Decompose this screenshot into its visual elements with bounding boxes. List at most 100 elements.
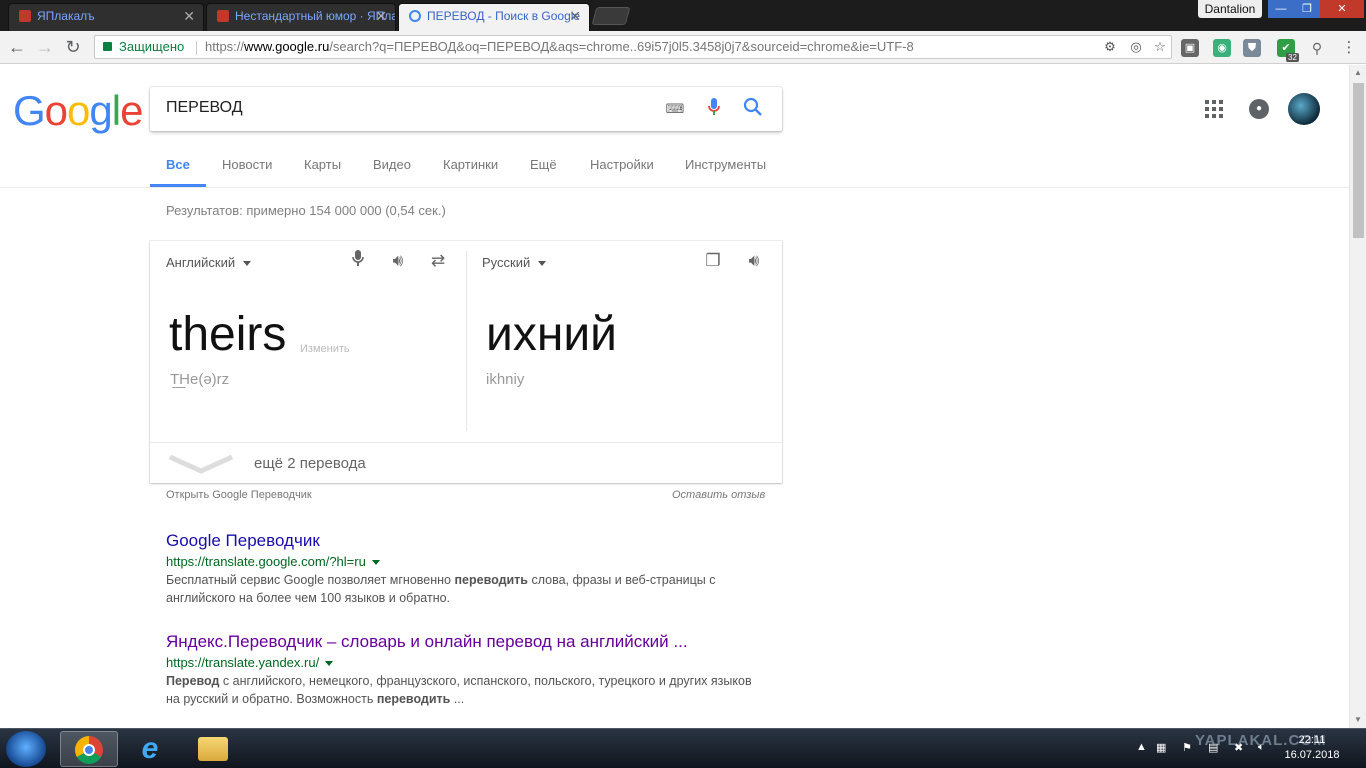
keyboard-icon[interactable]: ⌨ [663, 97, 687, 121]
taskbar-chrome[interactable] [60, 731, 118, 767]
tab-title: ЯПлакалъ [37, 9, 95, 23]
speaker-icon[interactable]: 🔊︎ [742, 249, 766, 273]
yaplakal-icon [217, 10, 229, 22]
microphone-icon[interactable] [702, 97, 726, 121]
scroll-down-icon[interactable]: ▼ [1350, 712, 1366, 728]
url-scheme: https:// [205, 39, 245, 54]
tab-maps[interactable]: Карты [304, 157, 341, 172]
close-tab-icon[interactable]: ✕ [375, 4, 387, 28]
search-result: Яндекс.Переводчик – словарь и онлайн пер… [166, 632, 766, 708]
menu-icon[interactable]: ⋮ [1340, 39, 1358, 57]
start-button[interactable] [6, 731, 46, 767]
blocked-content-icon[interactable]: ⚙ [1101, 38, 1119, 56]
scrollbar-thumb[interactable] [1353, 83, 1364, 238]
address-bar[interactable]: Защищено https://www.google.ru/search?q=… [94, 35, 1172, 59]
desc-highlight: Перевод [166, 674, 220, 688]
dropdown-caret-icon[interactable] [371, 560, 380, 566]
swap-languages-icon[interactable]: ⇄ [426, 249, 450, 273]
chevron-down-icon [168, 454, 234, 474]
tab-images[interactable]: Картинки [443, 157, 498, 172]
source-transliteration: T͟He(ə)rz [170, 371, 230, 388]
clock-time: 22:11 [1298, 734, 1326, 746]
scroll-up-icon[interactable]: ▲ [1350, 65, 1366, 81]
url-host: www.google.ru [244, 39, 330, 54]
dropdown-caret-icon [243, 261, 252, 267]
logo-letter: G [13, 87, 46, 134]
target-language-select[interactable]: Русский [482, 255, 547, 270]
source-language-select[interactable]: Английский [166, 255, 252, 270]
google-logo[interactable]: Google [13, 87, 143, 135]
action-center-icon[interactable]: ⚑ [1182, 741, 1192, 754]
feedback-link[interactable]: Оставить отзыв [672, 489, 765, 501]
notifications-icon[interactable]: ● [1249, 99, 1269, 119]
taskbar: e ▲ ▦ ⚑ ▤ ✖ 🔈︎ YAPLAKAL.COM 22:11 16.07.… [0, 728, 1366, 768]
edit-link[interactable]: Изменить [300, 343, 350, 355]
page-scrollbar[interactable]: ▲ ▼ [1349, 65, 1366, 728]
tab-all[interactable]: Все [166, 157, 190, 172]
dropdown-caret-icon[interactable] [325, 661, 334, 667]
source-language-label: Английский [166, 255, 236, 270]
desc-text: Бесплатный сервис Google позволяет мгнов… [166, 573, 455, 587]
language-flag-icon[interactable]: ▦ [1156, 741, 1166, 754]
forward-icon[interactable]: → [34, 36, 56, 58]
minimize-button[interactable]: — [1268, 0, 1294, 18]
avatar[interactable] [1288, 93, 1320, 125]
result-stats: Результатов: примерно 154 000 000 (0,54 … [166, 203, 446, 218]
copy-icon[interactable]: ❐ [701, 249, 725, 273]
more-translations-row[interactable]: ещё 2 перевода [150, 442, 782, 483]
new-tab-button[interactable] [591, 7, 631, 25]
target-language-label: Русский [482, 255, 531, 270]
tab-news[interactable]: Новости [222, 157, 272, 172]
maximize-button[interactable]: ❐ [1294, 0, 1320, 18]
search-icon[interactable] [741, 97, 765, 121]
profile-button[interactable]: Dantalion [1198, 0, 1262, 18]
location-icon[interactable]: ◎ [1127, 38, 1145, 56]
desc-highlight: переводить [454, 573, 528, 587]
result-title[interactable]: Яндекс.Переводчик – словарь и онлайн пер… [166, 632, 766, 652]
tab-more[interactable]: Ещё [530, 157, 557, 172]
extension-icon[interactable]: ▣ [1181, 39, 1199, 57]
url-path: /search?q=ПЕРЕВОД&oq=ПЕРЕВОД&aqs=chrome.… [329, 39, 914, 54]
bookmark-star-icon[interactable]: ☆ [1151, 38, 1169, 56]
source-text[interactable]: theirs [169, 307, 286, 362]
result-url[interactable]: https://translate.yandex.ru/ [166, 655, 766, 670]
active-tab-indicator [150, 184, 206, 187]
browser-tab-2[interactable]: Нестандартный юмор · ЯПлакалъ ✕ [206, 3, 396, 31]
tab-video[interactable]: Видео [373, 157, 411, 172]
extension-icon[interactable]: ◉ [1213, 39, 1231, 57]
browser-tab-1[interactable]: ЯПлакалъ ✕ [8, 3, 204, 31]
system-clock[interactable]: 22:11 16.07.2018 [1282, 733, 1342, 763]
search-input[interactable]: ПЕРЕВОД [166, 99, 243, 117]
search-box[interactable]: ПЕРЕВОД ⌨ [150, 87, 782, 131]
page-viewport: Google ПЕРЕВОД ⌨ ● Все Новости Карты Вид… [0, 65, 1366, 728]
result-description: Перевод с английского, немецкого, францу… [166, 672, 766, 708]
speaker-icon[interactable]: 🔊︎ [386, 249, 410, 273]
show-hidden-icons[interactable]: ▲ [1136, 741, 1147, 753]
tab-tools[interactable]: Инструменты [685, 157, 766, 172]
apps-grid-icon[interactable] [1205, 100, 1223, 118]
tab-settings[interactable]: Настройки [590, 157, 654, 172]
secure-label: Защищено [119, 39, 185, 54]
search-tabs: Все Новости Карты Видео Картинки Ещё Нас… [0, 143, 1349, 188]
more-translations-label: ещё 2 перевода [254, 455, 366, 472]
back-icon[interactable]: ← [6, 36, 28, 58]
result-url-text: https://translate.yandex.ru/ [166, 655, 320, 670]
clock-date: 16.07.2018 [1284, 749, 1340, 761]
microphone-icon[interactable] [346, 249, 370, 273]
close-tab-icon[interactable]: ✕ [569, 4, 581, 28]
result-url[interactable]: https://translate.google.com/?hl=ru [166, 554, 766, 569]
close-window-button[interactable]: ✕ [1320, 0, 1364, 18]
result-url-text: https://translate.google.com/?hl=ru [166, 554, 366, 569]
reload-icon[interactable]: ↻ [62, 36, 84, 58]
taskbar-ie[interactable]: e [122, 731, 180, 767]
shield-icon[interactable]: ⛊ [1243, 39, 1261, 57]
extension-icon[interactable]: ⚲ [1308, 39, 1326, 57]
browser-tab-active[interactable]: ПЕРЕВОД - Поиск в Google ✕ [398, 3, 590, 31]
url-text[interactable]: https://www.google.ru/search?q=ПЕРЕВОД&o… [205, 36, 1085, 58]
target-transliteration: ikhniy [486, 371, 525, 388]
open-translator-link[interactable]: Открыть Google Переводчик [166, 489, 312, 501]
result-title[interactable]: Google Переводчик [166, 531, 766, 551]
taskbar-explorer[interactable] [184, 731, 242, 767]
close-tab-icon[interactable]: ✕ [183, 4, 195, 28]
logo-letter: e [120, 87, 143, 134]
